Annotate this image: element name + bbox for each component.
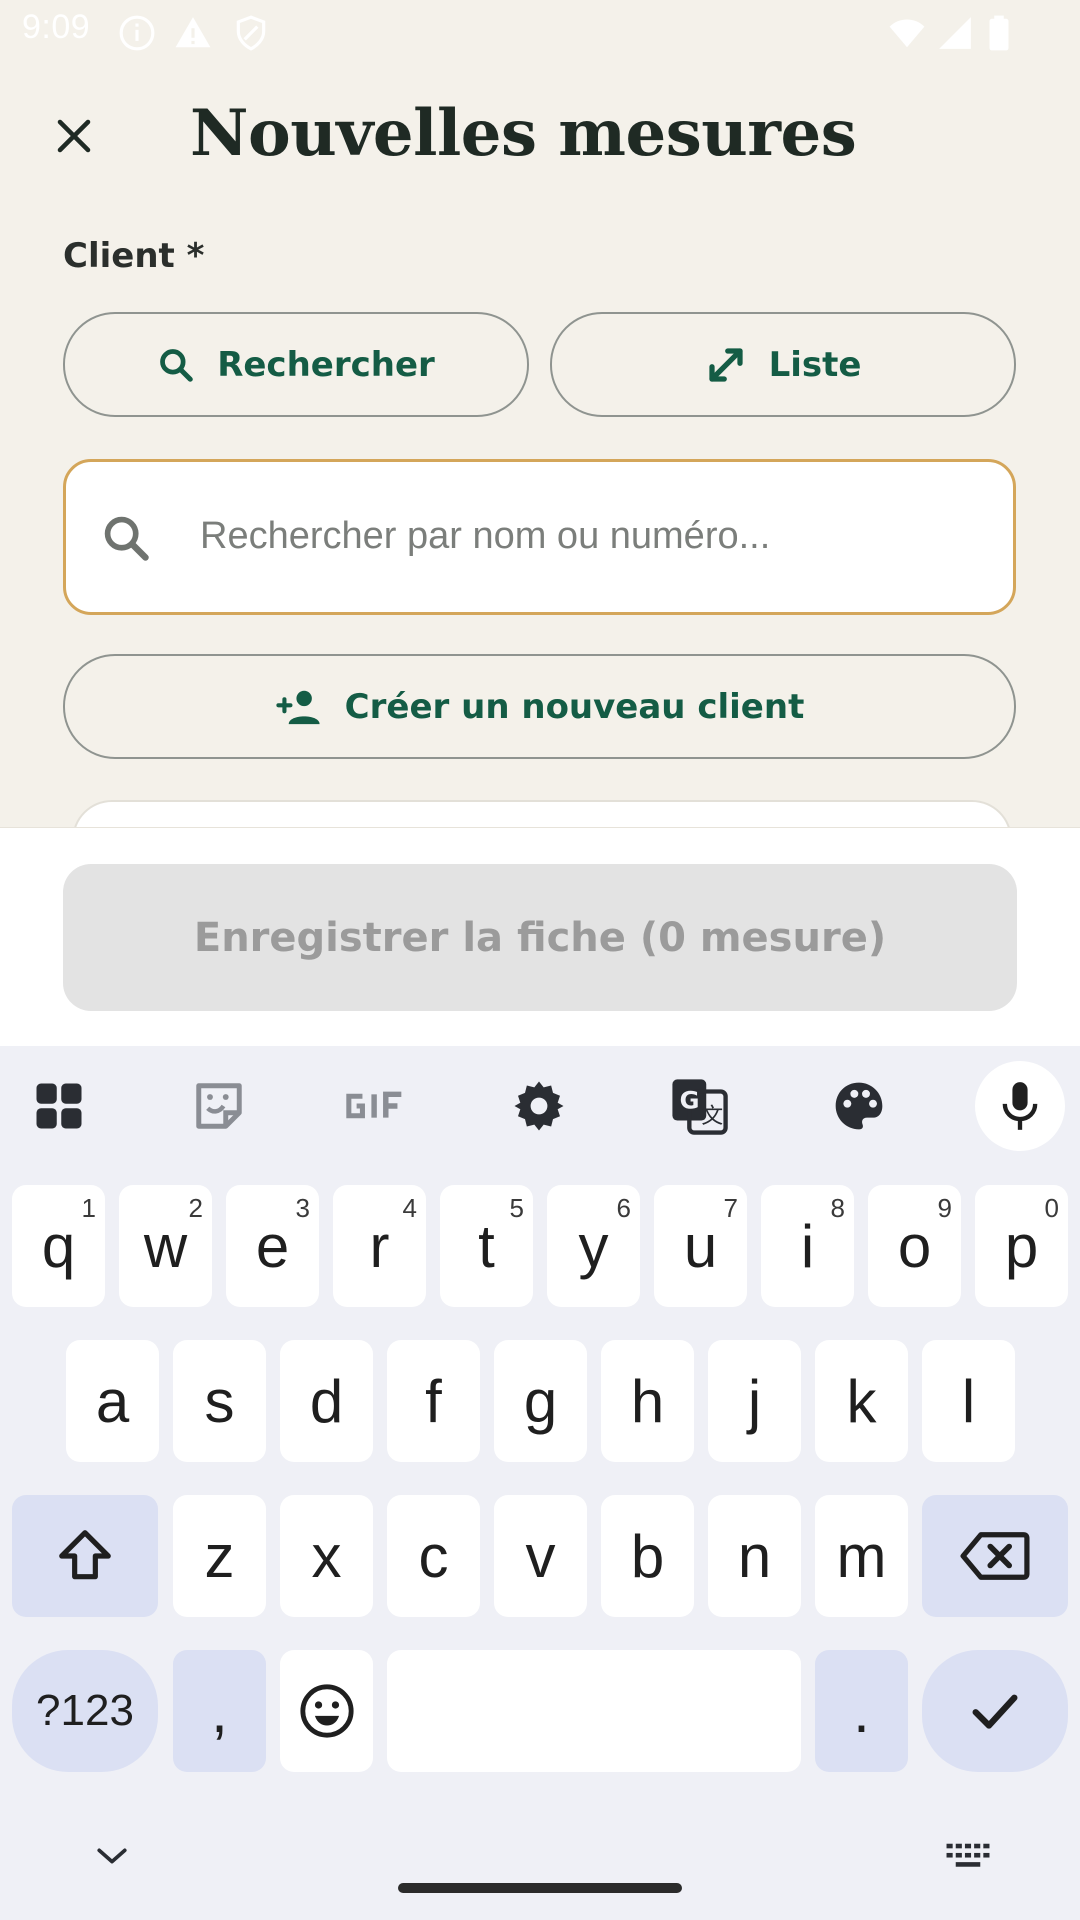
svg-text:文: 文 — [701, 1104, 723, 1129]
enter-key[interactable] — [922, 1650, 1068, 1772]
checkmark-icon — [972, 1694, 1018, 1729]
chevron-down-icon — [97, 1848, 127, 1864]
search-icon — [160, 348, 193, 382]
shift-icon — [59, 1530, 111, 1580]
status-bar: 9:09 — [0, 0, 1080, 62]
hide-keyboard-button[interactable] — [86, 1836, 138, 1876]
key-v[interactable]: v — [494, 1495, 587, 1617]
translate-icon: G文 — [672, 1079, 728, 1135]
search-client-label: Rechercher — [217, 344, 435, 385]
settings-button[interactable] — [494, 1061, 584, 1151]
key-y[interactable]: y6 — [547, 1185, 640, 1307]
key-o[interactable]: o9 — [868, 1185, 961, 1307]
wifi-icon — [889, 19, 925, 48]
comma-key[interactable]: , — [173, 1650, 266, 1772]
key-i[interactable]: i8 — [761, 1185, 854, 1307]
key-a[interactable]: a — [66, 1340, 159, 1462]
switch-keyboard-button[interactable] — [940, 1836, 996, 1876]
translate-button[interactable]: G文 — [654, 1061, 744, 1151]
save-record-button[interactable]: Enregistrer la fiche (0 mesure) — [63, 864, 1017, 1011]
key-l[interactable]: l — [922, 1340, 1015, 1462]
info-icon — [119, 15, 155, 51]
key-p[interactable]: p0 — [975, 1185, 1068, 1307]
search-field-icon — [104, 516, 149, 561]
gif-button[interactable] — [333, 1061, 423, 1151]
signal-icon — [939, 17, 971, 49]
key-q[interactable]: q1 — [12, 1185, 105, 1307]
client-label: Client * — [63, 236, 205, 276]
symbols-key[interactable]: ?123 — [12, 1650, 158, 1772]
emoji-icon — [299, 1684, 354, 1738]
key-s[interactable]: s — [173, 1340, 266, 1462]
key-n[interactable]: n — [708, 1495, 801, 1617]
close-button[interactable] — [40, 102, 108, 170]
backspace-key[interactable] — [922, 1495, 1068, 1617]
theme-button[interactable] — [814, 1061, 904, 1151]
svg-text:G: G — [680, 1086, 700, 1114]
add-user-icon — [276, 690, 320, 724]
shield-icon — [236, 15, 266, 51]
key-c[interactable]: c — [387, 1495, 480, 1617]
microphone-icon — [1002, 1082, 1038, 1130]
key-d[interactable]: d — [280, 1340, 373, 1462]
key-x[interactable]: x — [280, 1495, 373, 1617]
create-client-button[interactable]: Créer un nouveau client — [63, 654, 1016, 759]
key-j[interactable]: j — [708, 1340, 801, 1462]
shift-key[interactable] — [12, 1495, 158, 1617]
key-h[interactable]: h — [601, 1340, 694, 1462]
key-u[interactable]: u7 — [654, 1185, 747, 1307]
key-w[interactable]: w2 — [119, 1185, 212, 1307]
create-client-label: Créer un nouveau client — [344, 686, 805, 727]
key-z[interactable]: z — [173, 1495, 266, 1617]
apps-grid-icon — [36, 1083, 82, 1129]
key-g[interactable]: g — [494, 1340, 587, 1462]
key-e[interactable]: e3 — [226, 1185, 319, 1307]
key-f[interactable]: f — [387, 1340, 480, 1462]
backspace-icon — [960, 1532, 1030, 1580]
warning-icon — [175, 17, 211, 48]
key-m[interactable]: m — [815, 1495, 908, 1617]
search-placeholder: Rechercher par nom ou numéro... — [200, 515, 771, 557]
emoji-key[interactable] — [280, 1650, 373, 1772]
sticker-button[interactable] — [174, 1061, 264, 1151]
close-icon — [57, 119, 91, 153]
gesture-handle[interactable] — [398, 1883, 682, 1893]
space-key[interactable] — [387, 1650, 801, 1772]
palette-icon — [835, 1082, 883, 1130]
expand-arrows-icon — [708, 347, 743, 382]
key-k[interactable]: k — [815, 1340, 908, 1462]
period-key[interactable]: . — [815, 1650, 908, 1772]
battery-icon — [989, 15, 1009, 51]
search-client-button[interactable]: Rechercher — [63, 312, 529, 417]
status-time: 9:09 — [22, 8, 91, 46]
page-title: Nouvelles mesures — [190, 96, 857, 171]
list-clients-button[interactable]: Liste — [550, 312, 1016, 417]
list-clients-label: Liste — [768, 344, 862, 385]
keyboard-icon — [946, 1843, 990, 1867]
key-b[interactable]: b — [601, 1495, 694, 1617]
apps-grid-button[interactable] — [14, 1061, 104, 1151]
soft-keyboard — [0, 1046, 1080, 1920]
gear-icon — [514, 1081, 564, 1131]
key-t[interactable]: t5 — [440, 1185, 533, 1307]
gif-icon — [346, 1091, 402, 1119]
voice-input-button[interactable] — [975, 1061, 1065, 1151]
sticker-icon — [196, 1083, 242, 1129]
key-r[interactable]: r4 — [333, 1185, 426, 1307]
